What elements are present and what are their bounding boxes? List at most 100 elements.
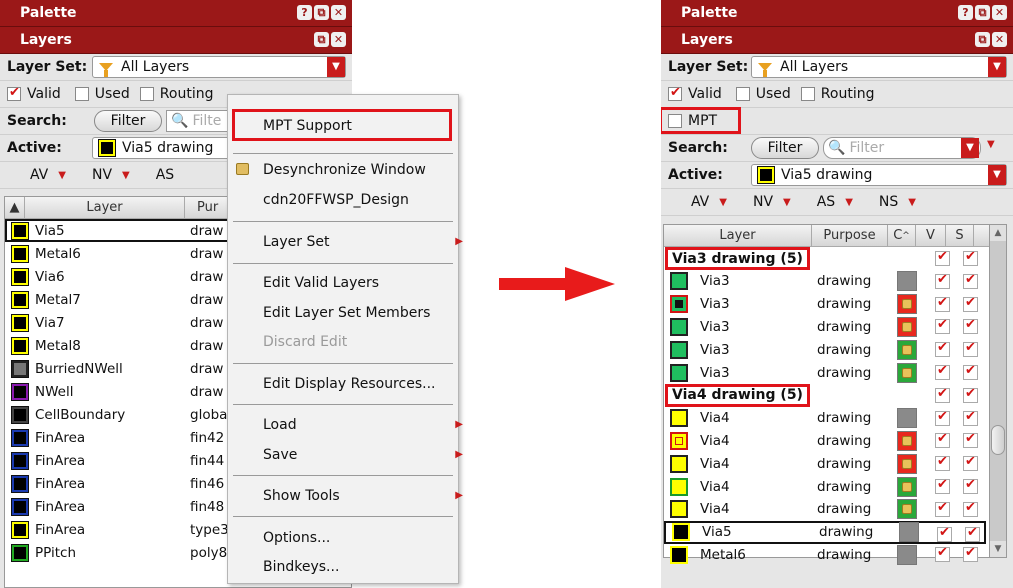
visible-checkbox[interactable] [935, 431, 950, 449]
col-c-header[interactable]: C ^ [888, 225, 916, 246]
menu-mpt-support[interactable]: MPT Support [263, 115, 352, 137]
av-dropdown-icon[interactable]: ▼ [58, 170, 66, 181]
visible-checkbox[interactable] [935, 409, 950, 426]
visible-checkbox[interactable] [935, 295, 950, 312]
selectable-checkbox[interactable] [963, 249, 978, 266]
as-filter[interactable]: AS [156, 167, 174, 183]
col-v-header[interactable]: V [916, 225, 946, 246]
col-layer-header[interactable]: Layer [664, 225, 812, 246]
color-lock-cell[interactable] [897, 430, 917, 451]
ns-dropdown-icon[interactable]: ▼ [908, 197, 916, 208]
layer-row[interactable]: Via4 drawing [664, 407, 999, 430]
layer-row[interactable]: Via3 drawing [664, 293, 999, 316]
layer-row[interactable]: Via5 drawing [664, 520, 986, 544]
search-dropdown-icon[interactable]: ▼ [961, 138, 979, 158]
nv-filter[interactable]: NV [753, 194, 773, 210]
selectable-checkbox[interactable] [963, 431, 978, 449]
group-header[interactable]: Via3 drawing (5) [664, 247, 999, 270]
color-lock-cell[interactable] [897, 408, 917, 429]
selectable-checkbox[interactable] [963, 295, 978, 312]
menu-load[interactable]: Load ▶ [263, 414, 463, 436]
visible-checkbox[interactable] [935, 272, 950, 289]
layer-row[interactable]: Via4 drawing [664, 429, 999, 452]
visible-checkbox[interactable] [935, 340, 950, 358]
visible-checkbox[interactable] [937, 525, 952, 542]
menu-edit-valid-layers[interactable]: Edit Valid Layers [263, 272, 379, 294]
av-dropdown-icon[interactable]: ▼ [719, 197, 727, 208]
filter-button[interactable]: Filter [94, 110, 162, 132]
menu-edit-display-resources[interactable]: Edit Display Resources... [263, 373, 435, 395]
layer-row[interactable]: Via4 drawing [664, 452, 999, 475]
menu-bindkeys[interactable]: Bindkeys... [263, 556, 339, 578]
color-lock-cell[interactable] [899, 522, 919, 543]
menu-desynchronize[interactable]: Desynchronize Window [263, 159, 426, 181]
layer-row[interactable]: Via3 drawing [664, 338, 999, 361]
chevron-down-icon[interactable]: ▼ [327, 57, 345, 77]
color-lock-cell[interactable] [897, 453, 917, 474]
selectable-checkbox[interactable] [963, 386, 978, 403]
menu-edit-layer-set-members[interactable]: Edit Layer Set Members [263, 302, 430, 324]
selectable-checkbox[interactable] [963, 340, 978, 358]
as-filter[interactable]: AS [817, 194, 835, 210]
restore-icon[interactable]: ⧉ [314, 32, 329, 47]
close-icon[interactable]: ✕ [331, 32, 346, 47]
visible-checkbox[interactable] [935, 477, 950, 494]
restore-icon[interactable]: ⧉ [975, 32, 990, 47]
restore-icon[interactable]: ⧉ [314, 5, 329, 20]
mpt-checkbox[interactable] [668, 114, 682, 128]
selectable-checkbox[interactable] [963, 363, 978, 380]
color-lock-cell[interactable] [897, 294, 917, 315]
search-input[interactable]: 🔍 Filter [823, 137, 981, 159]
visible-checkbox[interactable] [935, 317, 950, 335]
menu-show-tools[interactable]: Show Tools ▶ [263, 485, 463, 507]
chevron-down-icon[interactable]: ▼ [988, 57, 1006, 77]
selectable-checkbox[interactable] [965, 525, 980, 542]
color-lock-cell[interactable] [897, 316, 917, 337]
layer-row[interactable]: Via3 drawing [664, 361, 999, 384]
used-checkbox[interactable] [735, 87, 750, 101]
scroll-down-icon[interactable]: ▼ [990, 541, 1006, 557]
scroll-thumb[interactable] [991, 425, 1005, 455]
visible-checkbox[interactable] [935, 545, 950, 563]
col-purpose-header[interactable]: Purpose [812, 225, 888, 246]
visible-checkbox[interactable] [935, 500, 950, 517]
close-icon[interactable]: ✕ [992, 32, 1007, 47]
selectable-checkbox[interactable] [963, 500, 978, 517]
search-options-icon[interactable]: ▼ [987, 139, 995, 150]
used-checkbox[interactable] [74, 87, 89, 101]
color-lock-cell[interactable] [897, 339, 917, 360]
av-filter[interactable]: AV [30, 167, 48, 183]
menu-design[interactable]: cdn20FFWSP_Design [263, 189, 409, 211]
nv-dropdown-icon[interactable]: ▼ [122, 170, 130, 181]
visible-checkbox[interactable] [935, 249, 950, 266]
restore-icon[interactable]: ⧉ [975, 5, 990, 20]
visible-checkbox[interactable] [935, 363, 950, 380]
help-icon[interactable]: ? [297, 5, 312, 20]
nv-dropdown-icon[interactable]: ▼ [783, 197, 791, 208]
selectable-checkbox[interactable] [963, 545, 978, 563]
sort-up-icon[interactable]: ▲ [5, 197, 25, 218]
color-lock-cell[interactable] [897, 476, 917, 497]
group-header[interactable]: Via4 drawing (5) [664, 383, 999, 407]
menu-options[interactable]: Options... [263, 527, 330, 549]
selectable-checkbox[interactable] [963, 454, 978, 472]
layer-row[interactable]: Via3 drawing [664, 315, 999, 338]
color-lock-cell[interactable] [897, 544, 917, 565]
nv-filter[interactable]: NV [92, 167, 112, 183]
routing-checkbox[interactable] [800, 87, 815, 101]
active-layer-select[interactable]: Via5 drawing ▼ [751, 164, 1007, 186]
chevron-down-icon[interactable]: ▼ [988, 165, 1006, 185]
layer-set-select[interactable]: All Layers ▼ [751, 56, 1007, 78]
layer-row[interactable]: Via4 drawing [664, 475, 999, 498]
routing-checkbox[interactable] [139, 87, 154, 101]
ns-filter[interactable]: NS [879, 194, 898, 210]
close-icon[interactable]: ✕ [331, 5, 346, 20]
layer-set-select[interactable]: All Layers ▼ [92, 56, 346, 78]
col-s-header[interactable]: S [946, 225, 974, 246]
visible-checkbox[interactable] [935, 386, 950, 403]
col-layer-header[interactable]: Layer [25, 197, 185, 218]
valid-checkbox[interactable] [668, 85, 682, 101]
av-filter[interactable]: AV [691, 194, 709, 210]
color-lock-cell[interactable] [897, 271, 917, 292]
menu-save[interactable]: Save ▶ [263, 444, 463, 466]
